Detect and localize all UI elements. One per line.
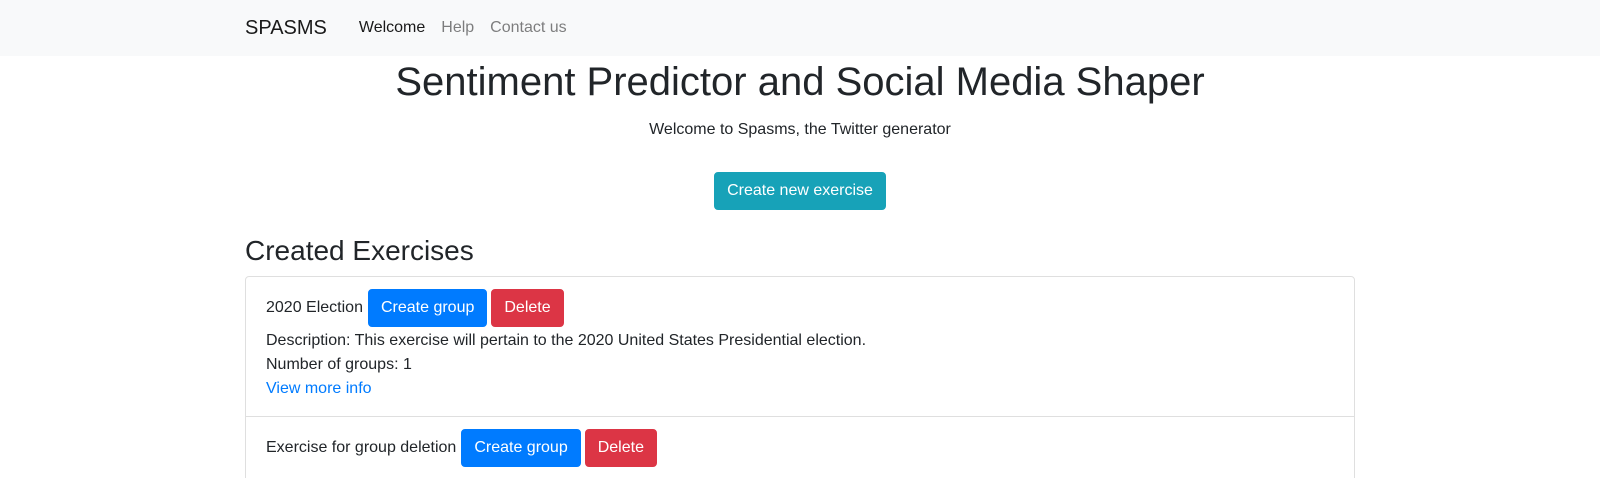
create-group-button[interactable]: Create group — [461, 428, 581, 467]
navbar-inner: SPASMS Welcome Help Contact us — [245, 0, 1355, 56]
navbar: SPASMS Welcome Help Contact us — [0, 0, 1600, 56]
exercise-name: Exercise for group deletion — [266, 438, 457, 456]
exercise-item-2020-election: 2020 Election Create group Delete Descri… — [246, 277, 1354, 417]
exercise-description: Description: This exercise will pertain … — [266, 331, 867, 349]
exercise-item-header: 2020 Election Create group Delete — [266, 288, 1334, 327]
exercise-group-count: Number of groups: 1 — [266, 355, 412, 373]
nav-link-welcome[interactable]: Welcome — [351, 19, 433, 37]
main-container: Sentiment Predictor and Social Media Sha… — [245, 58, 1355, 478]
created-exercises-heading: Created Exercises — [245, 235, 474, 266]
exercise-item-group-deletion: Exercise for group deletion Create group… — [246, 417, 1354, 478]
nav-link-help[interactable]: Help — [433, 19, 482, 37]
page-title: Sentiment Predictor and Social Media Sha… — [395, 60, 1205, 104]
exercise-list: 2020 Election Create group Delete Descri… — [245, 275, 1355, 478]
exercise-item-header: Exercise for group deletion Create group… — [266, 428, 1334, 467]
create-group-button[interactable]: Create group — [367, 288, 488, 327]
create-exercise-wrap: Create new exercise — [245, 172, 1355, 210]
delete-exercise-button[interactable]: Delete — [491, 288, 564, 327]
delete-exercise-button[interactable]: Delete — [584, 428, 657, 467]
nav-link-contact[interactable]: Contact us — [482, 19, 574, 37]
create-exercise-button[interactable]: Create new exercise — [714, 172, 886, 210]
exercise-name: 2020 Election — [266, 298, 363, 316]
view-more-info-link[interactable]: View more info — [266, 380, 372, 397]
page-subtitle: Welcome to Spasms, the Twitter generator — [649, 121, 951, 138]
brand-link[interactable]: SPASMS — [245, 17, 327, 40]
